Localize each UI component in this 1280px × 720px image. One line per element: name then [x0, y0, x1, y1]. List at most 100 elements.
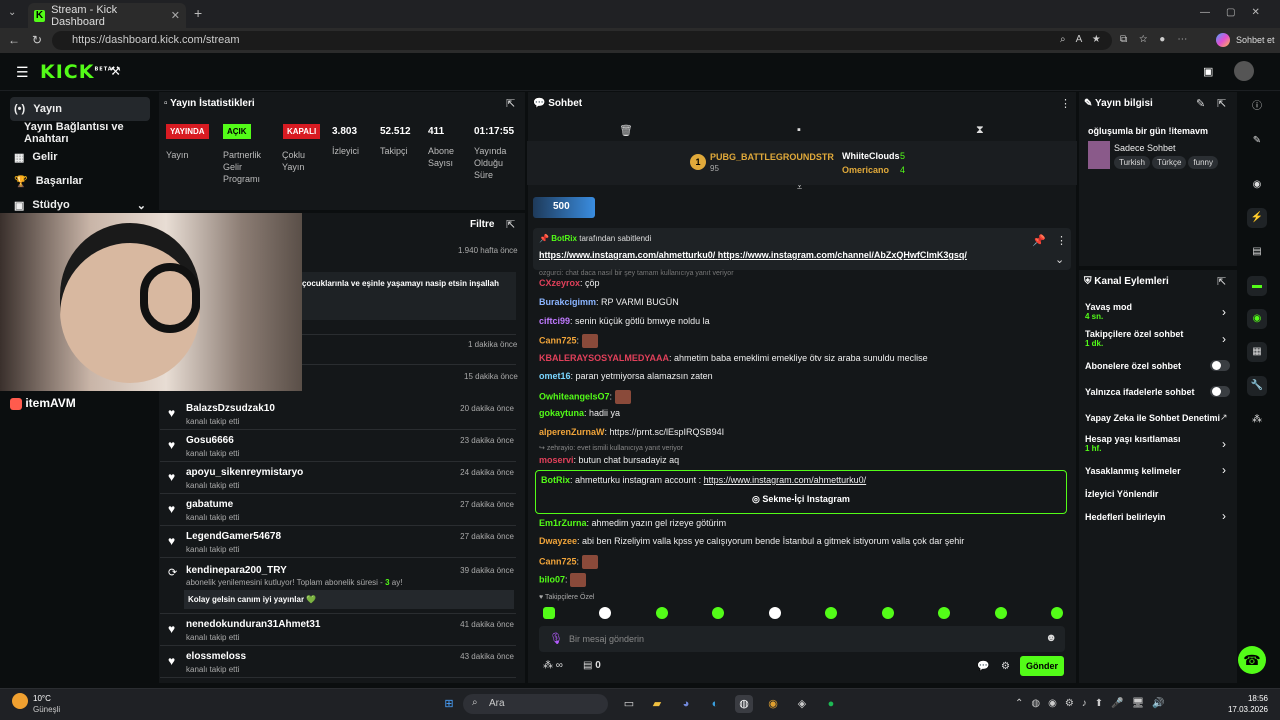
chat-bubble-icon[interactable]: ▪: [797, 124, 801, 136]
nav-item-gelir[interactable]: ▦ Gelir: [10, 145, 150, 169]
tab-menu-icon[interactable]: ⌄: [8, 7, 16, 18]
emote-only-toggle[interactable]: [1210, 386, 1230, 397]
follower-chat[interactable]: Takipçilere özel sohbet 1 dk.: [1085, 329, 1183, 348]
chat-username[interactable]: omet16: [539, 371, 571, 381]
activity-name[interactable]: apoyu_sikenreymistaryo: [186, 467, 303, 478]
chat-input[interactable]: 🎙 Bir mesaj gönderin ☻: [539, 626, 1065, 652]
filter-button[interactable]: Filtre: [470, 219, 494, 230]
chat-username[interactable]: OwhiteangelsO7: [539, 391, 610, 401]
activity-name[interactable]: elossmeloss: [186, 651, 246, 662]
nav-item-yayin[interactable]: (•) Yayın: [10, 97, 150, 121]
banned-words[interactable]: Yasaklanmış kelimeler: [1085, 466, 1181, 476]
system-tray-icons[interactable]: ⌃◍◉⚙♪⬆🎤🖥🔊: [1015, 698, 1173, 709]
user-avatar[interactable]: [1234, 61, 1254, 81]
chat-username[interactable]: ciftci99: [539, 316, 570, 326]
send-button[interactable]: Gönder: [1020, 656, 1064, 676]
edge-icon[interactable]: ◐: [706, 695, 724, 713]
nav-item-basarilar[interactable]: 🏆 Başarılar: [10, 169, 150, 193]
chevron-right-icon[interactable]: ›: [1222, 332, 1226, 346]
weather-temp[interactable]: 10°C: [33, 694, 51, 703]
account-age[interactable]: Hesap yaşı kısıtlaması 1 hf.: [1085, 434, 1181, 453]
tab-close-icon[interactable]: ✕: [171, 9, 180, 22]
edit-icon[interactable]: ✎: [1196, 97, 1205, 110]
leader-1-name[interactable]: PUBG_BATTLEGROUNDSTR: [710, 152, 834, 162]
chat-rail-icon[interactable]: ▬: [1247, 276, 1267, 296]
layout-icon[interactable]: ▦: [1247, 342, 1267, 362]
weather-icon[interactable]: [12, 693, 28, 709]
help-support-icon[interactable]: ☎: [1238, 646, 1266, 674]
community-icon[interactable]: ⁂ ∞: [543, 660, 563, 671]
spotify-icon[interactable]: ●: [822, 695, 840, 713]
external-link-icon[interactable]: ↗: [1220, 412, 1228, 423]
trash-icon[interactable]: 🗑: [619, 124, 633, 137]
window-controls[interactable]: —▢✕: [1200, 7, 1276, 18]
camera-icon[interactable]: ◉: [1247, 175, 1267, 195]
viewer-redirect[interactable]: İzleyici Yönlendir: [1085, 489, 1158, 499]
set-goals[interactable]: Hedefleri belirleyin: [1085, 512, 1166, 522]
chat-username[interactable]: gokaytuna: [539, 408, 584, 418]
chat-username[interactable]: CXzeyrox: [539, 278, 580, 288]
chat-username[interactable]: Burakcigimm: [539, 297, 596, 307]
unpin-icon[interactable]: 📌: [1032, 234, 1046, 247]
emote-bar[interactable]: [543, 607, 1063, 621]
pinned-expand-icon[interactable]: ⌄: [1055, 253, 1064, 266]
chat-username[interactable]: Em1rZurna: [539, 518, 587, 528]
ai-moderation[interactable]: Yapay Zeka ile Sohbet Denetimi: [1085, 413, 1220, 423]
settings-gear-icon[interactable]: ⚙: [1001, 661, 1010, 672]
reload-icon[interactable]: ↻: [32, 33, 42, 47]
chat-username[interactable]: alperenZurnaW: [539, 427, 605, 437]
new-tab-icon[interactable]: +: [194, 5, 202, 21]
popout-icon[interactable]: ⇱: [506, 97, 515, 110]
chat-username[interactable]: bilo07: [539, 574, 565, 584]
chevron-right-icon[interactable]: ›: [1222, 509, 1226, 523]
back-icon[interactable]: ←: [8, 33, 20, 47]
taskbar-search[interactable]: ⌕ Ara: [463, 694, 608, 714]
kick-logo[interactable]: KICKBETA: [40, 61, 113, 83]
hamburger-menu-icon[interactable]: ☰: [16, 64, 29, 81]
steam-icon[interactable]: ◈: [793, 695, 811, 713]
tools-icon[interactable]: ⚒: [110, 64, 121, 78]
lightning-icon[interactable]: ⚡: [1247, 208, 1267, 228]
copilot-label[interactable]: Sohbet et: [1236, 35, 1275, 45]
url-actions-icons[interactable]: ⌕A★: [1060, 34, 1110, 45]
chrome-icon[interactable]: ◉: [764, 695, 782, 713]
hourglass-icon[interactable]: ⧗: [976, 124, 984, 137]
pinned-links[interactable]: https://www.instagram.com/ahmetturku0/ h…: [539, 250, 967, 260]
task-view-icon[interactable]: ▭: [620, 695, 638, 713]
pinned-menu-icon[interactable]: ⋮: [1056, 234, 1067, 247]
studio-icon[interactable]: ▣: [1203, 65, 1213, 78]
activity-name[interactable]: Gosu6666: [186, 435, 234, 446]
sub-only-toggle[interactable]: [1210, 360, 1230, 371]
instagram-button[interactable]: ◎ Sekme-İçi Instagram: [752, 494, 850, 505]
expand-icon[interactable]: ⩡: [797, 182, 802, 193]
document-icon[interactable]: ▤: [1247, 242, 1267, 262]
community-rail-icon[interactable]: ⁂: [1247, 410, 1267, 430]
chat-username[interactable]: Dwayzee: [539, 536, 577, 546]
activity-popout-icon[interactable]: ⇱: [506, 218, 515, 231]
chat-username[interactable]: Cann725: [539, 556, 577, 566]
activity-name[interactable]: BalazsDzsudzak10: [186, 403, 275, 414]
chat-username[interactable]: Cann725: [539, 335, 577, 345]
category-name[interactable]: Sadece Sohbet: [1114, 143, 1176, 153]
weather-desc[interactable]: Güneşli: [33, 705, 60, 714]
url-bar[interactable]: https://dashboard.kick.com/stream: [52, 31, 1112, 50]
activity-name[interactable]: LegendGamer54678: [186, 531, 281, 542]
file-explorer-icon[interactable]: ▰: [648, 695, 666, 713]
slow-mode[interactable]: Yavaş mod 4 sn.: [1085, 302, 1132, 321]
chat-settings-bubble-icon[interactable]: 💬: [977, 661, 989, 672]
clock-date[interactable]: 17.03.2026: [1222, 705, 1268, 714]
leader-2-name[interactable]: WhiiteClouds: [842, 151, 900, 161]
windows-start-icon[interactable]: ⊞: [440, 695, 458, 713]
browser-tab[interactable]: K Stream - Kick Dashboard ✕: [28, 3, 186, 28]
chat-username[interactable]: KBALERAYSOSYALMEDYAAA: [539, 353, 669, 363]
activity-name[interactable]: gabatume: [186, 499, 233, 510]
copilot-icon[interactable]: [1216, 33, 1230, 47]
actions-popout-icon[interactable]: ⇱: [1217, 275, 1226, 288]
chevron-right-icon[interactable]: ›: [1222, 437, 1226, 451]
info-popout-icon[interactable]: ⇱: [1217, 97, 1226, 110]
info-icon[interactable]: ⓘ: [1247, 97, 1267, 117]
discord-icon[interactable]: ◕: [677, 695, 695, 713]
broadcast-rail-icon[interactable]: ◉: [1247, 309, 1267, 329]
chevron-right-icon[interactable]: ›: [1222, 463, 1226, 477]
gift-counter[interactable]: 500: [533, 197, 595, 218]
